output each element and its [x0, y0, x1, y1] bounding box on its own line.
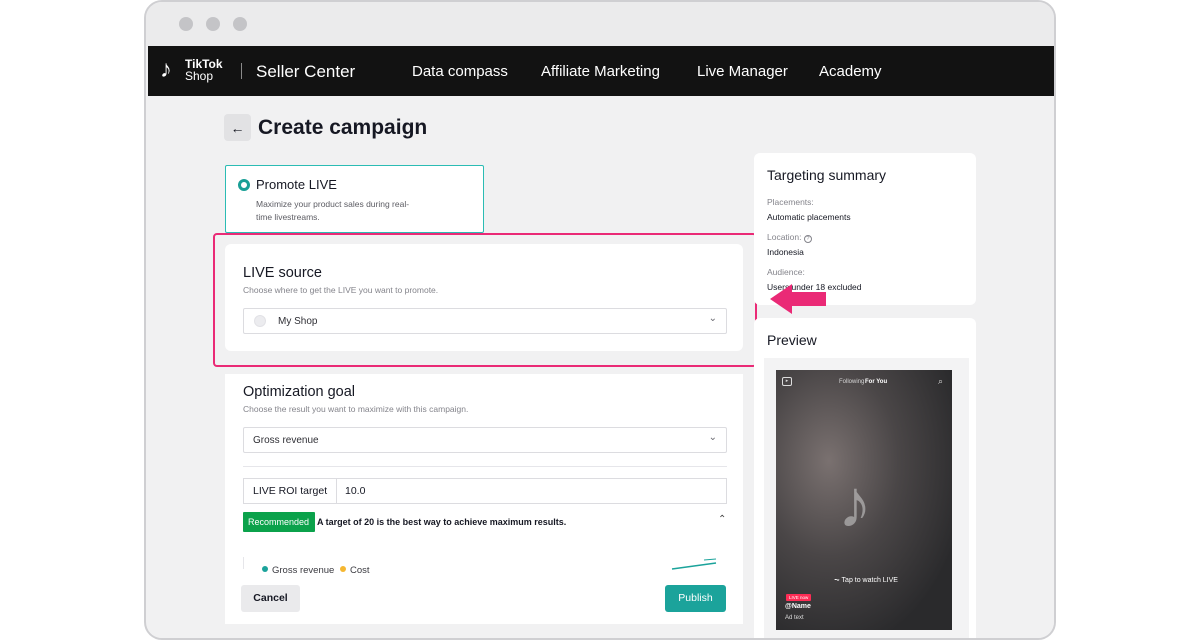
legend-revenue: Gross revenue — [272, 565, 335, 576]
live-source-highlight — [213, 233, 757, 367]
legend-dot-cost — [339, 566, 346, 572]
window-minimize-dot[interactable] — [206, 17, 220, 31]
tab-following: Following — [839, 379, 865, 385]
seller-center-title[interactable]: Seller Center — [256, 62, 355, 82]
back-button[interactable]: ← — [224, 114, 251, 141]
promote-live-description: Maximize your product sales during real-… — [256, 199, 410, 222]
arrow-left-icon: ← — [230, 119, 245, 136]
arrow-left-callout-icon — [770, 284, 826, 314]
cancel-button[interactable]: Cancel — [241, 585, 300, 612]
placements-value: Automatic placements — [767, 212, 851, 222]
publish-button[interactable]: Publish — [665, 585, 726, 612]
recommended-text: A target of 20 is the best way to achiev… — [317, 517, 567, 527]
radio-selected-icon[interactable] — [238, 179, 250, 191]
location-value: Indonesia — [767, 247, 804, 257]
nav-divider — [241, 63, 242, 79]
roi-target-label: LIVE ROI target — [244, 479, 337, 503]
tap-to-watch-text: ⏦ Tap to watch LIVE — [834, 577, 898, 584]
legend-cost: Cost — [349, 565, 370, 576]
page-content: ← Create campaign Promote LIVE Maximize … — [148, 96, 1054, 638]
optimization-goal-value: Gross revenue — [253, 435, 319, 446]
window-close-dot[interactable] — [179, 17, 193, 31]
nav-item-live-manager[interactable]: Live Manager — [697, 63, 788, 80]
promote-live-title: Promote LIVE — [256, 177, 337, 192]
tap-to-watch-label: Tap to watch LIVE — [841, 577, 898, 584]
preview-username: @Name — [785, 603, 811, 610]
nav-item-affiliate-marketing[interactable]: Affiliate Marketing — [541, 63, 660, 80]
chevron-down-icon: ⌄ — [708, 432, 717, 443]
section-divider — [243, 466, 727, 467]
browser-window: ♪ TikTok Shop Seller Center Data compass… — [144, 0, 1056, 640]
placements-label: Placements: — [767, 197, 814, 207]
help-circle-icon[interactable]: ? — [803, 235, 812, 243]
search-icon: ⌕ — [938, 376, 944, 386]
legend-dot-revenue — [262, 566, 268, 572]
phone-preview: ▸ Following For You ⌕ ♪ ⏦ Tap to watch L… — [776, 370, 952, 630]
nav-item-data-compass[interactable]: Data compass — [412, 63, 508, 80]
optimization-goal-select[interactable]: Gross revenue ⌄ — [243, 427, 727, 453]
optimization-goal-title: Optimization goal — [243, 384, 356, 400]
top-navbar: ♪ TikTok Shop Seller Center Data compass… — [148, 46, 1054, 96]
window-titlebar — [146, 2, 1054, 46]
promote-live-option[interactable]: Promote LIVE Maximize your product sales… — [225, 165, 484, 233]
roi-target-field[interactable]: LIVE ROI target 10.0 — [243, 478, 727, 504]
audience-label: Audience: — [767, 267, 805, 277]
chart-legend: Gross revenue Cost — [262, 565, 370, 576]
targeting-summary-title: Targeting summary — [767, 167, 887, 183]
recommended-badge: Recommended — [243, 512, 315, 532]
logo-line-2: Shop — [185, 69, 214, 83]
preview-card: Preview ▸ Following For You ⌕ ♪ ⏦ Tap to… — [754, 318, 976, 638]
preview-ad-text: Ad text — [785, 615, 804, 621]
tab-for-you: For You — [865, 379, 888, 385]
location-label: Location: ? — [767, 232, 812, 243]
nav-item-academy[interactable]: Academy — [819, 63, 882, 80]
chart-line-preview — [671, 558, 717, 570]
chart-axis — [243, 557, 244, 569]
tiktok-note-icon: ♪ — [160, 56, 172, 83]
optimization-goal-subtitle: Choose the result you want to maximize w… — [243, 404, 469, 414]
tiktok-shop-logo[interactable]: ♪ TikTok Shop — [160, 57, 232, 85]
preview-title: Preview — [767, 332, 817, 348]
chevron-up-icon[interactable]: ⌃ — [718, 514, 726, 525]
location-label-text: Location: — [767, 232, 802, 242]
roi-target-input[interactable]: 10.0 — [345, 485, 365, 497]
live-badge: LIVE now — [786, 594, 812, 601]
live-tv-icon: ▸ — [782, 377, 792, 386]
page-title: Create campaign — [258, 116, 428, 139]
tiktok-note-icon: ♪ — [838, 466, 872, 542]
window-maximize-dot[interactable] — [233, 17, 247, 31]
